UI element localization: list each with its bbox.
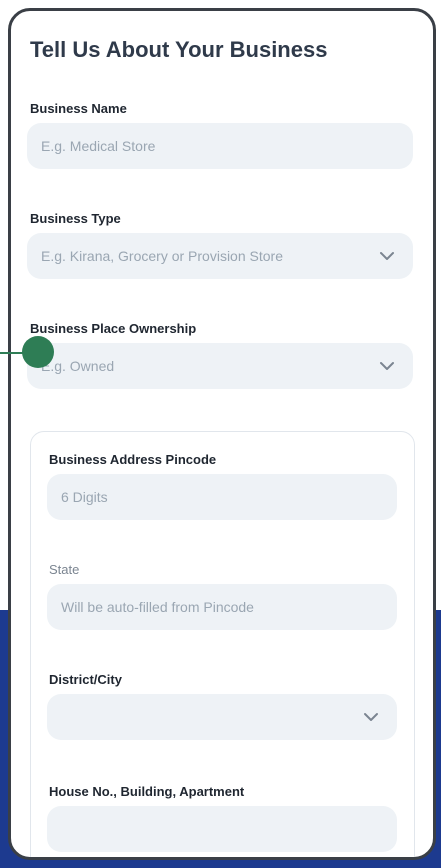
district-select[interactable] xyxy=(47,694,397,740)
ownership-label: Business Place Ownership xyxy=(30,321,197,336)
district-label: District/City xyxy=(49,672,122,687)
house-label: House No., Building, Apartment xyxy=(49,784,245,799)
pincode-input[interactable]: 6 Digits xyxy=(47,474,397,520)
chevron-down-icon xyxy=(380,252,394,260)
chevron-down-icon xyxy=(364,713,378,721)
phone-frame: Tell Us About Your Business Business Nam… xyxy=(8,8,436,860)
state-placeholder: Will be auto-filled from Pincode xyxy=(61,599,254,615)
state-label: State xyxy=(49,562,80,577)
chevron-down-icon xyxy=(380,362,394,370)
house-input[interactable] xyxy=(47,806,397,852)
callout-marker xyxy=(22,336,54,368)
business-type-placeholder: E.g. Kirana, Grocery or Provision Store xyxy=(41,248,283,264)
state-input[interactable]: Will be auto-filled from Pincode xyxy=(47,584,397,630)
business-type-select[interactable]: E.g. Kirana, Grocery or Provision Store xyxy=(27,233,413,279)
ownership-placeholder: E.g. Owned xyxy=(41,358,115,374)
business-name-input[interactable]: E.g. Medical Store xyxy=(27,123,413,169)
address-card: Business Address Pincode 6 Digits State … xyxy=(30,431,415,857)
pincode-label: Business Address Pincode xyxy=(49,452,217,467)
page-title: Tell Us About Your Business xyxy=(30,37,328,62)
business-type-label: Business Type xyxy=(30,211,121,226)
callout-line xyxy=(0,352,24,354)
business-name-placeholder: E.g. Medical Store xyxy=(41,138,156,154)
ownership-select[interactable]: E.g. Owned xyxy=(27,343,413,389)
pincode-placeholder: 6 Digits xyxy=(61,489,108,505)
business-name-label: Business Name xyxy=(30,101,127,116)
